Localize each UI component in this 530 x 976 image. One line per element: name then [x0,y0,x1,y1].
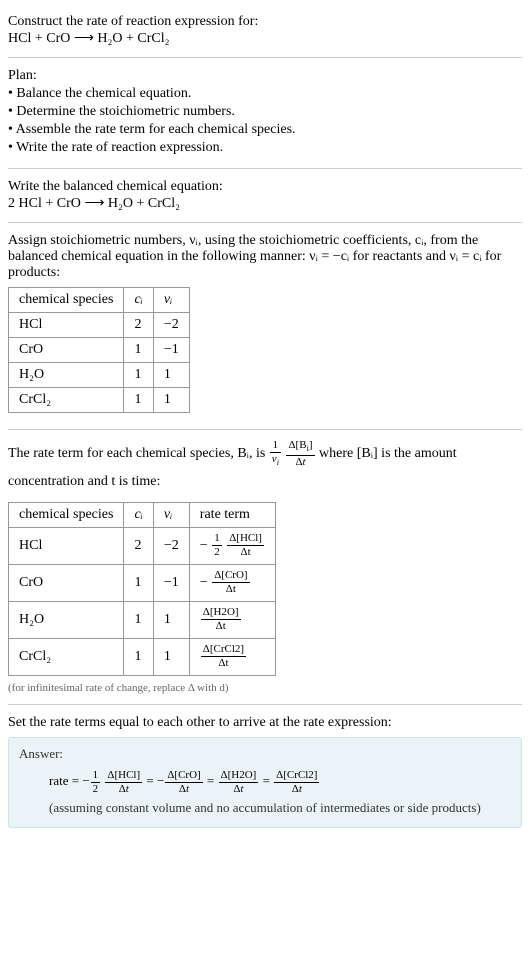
cell-rate: Δ[CrCl2]Δt [189,639,275,676]
cell-species: HCl [9,528,124,565]
rateterm-table: chemical species cᵢ νᵢ rate term HCl 2 −… [8,502,276,676]
plan-item: • Write the rate of reaction expression. [8,140,522,156]
cell-v: −2 [153,313,189,338]
coef-frac: 12 [212,533,222,558]
rate-frac: Δ[H2O]Δt [219,770,259,795]
col-ci-text: cᵢ [134,507,142,522]
col-nui-text: νᵢ [164,507,172,522]
plan-section: Plan: • Balance the chemical equation. •… [8,62,522,164]
table-row: CrCl₂11 [9,388,190,413]
rateterm-note: (for infinitesimal rate of change, repla… [8,682,522,694]
table-row: CrO1−1 [9,338,190,363]
cell-v: 1 [153,602,189,639]
cell-c: 1 [124,363,153,388]
coef-frac: 12 [91,770,101,795]
cell-species: H₂O [9,363,124,388]
balanced-title: Write the balanced chemical equation: [8,179,522,195]
rate-frac: Δ[CrCl2]Δt [201,644,246,669]
neg-sign: − [200,538,208,553]
divider [8,704,522,705]
cell-v: −2 [153,528,189,565]
col-ci-text: cᵢ [134,292,142,307]
table-header-row: chemical species cᵢ νᵢ [9,288,190,313]
plan-item: • Determine the stoichiometric numbers. [8,104,522,120]
divider [8,57,522,58]
plan-item-text: Determine the stoichiometric numbers. [16,104,235,119]
answer-label: Answer: [19,746,511,762]
plan-item-text: Write the rate of reaction expression. [16,140,223,155]
plan-item: • Assemble the rate term for each chemic… [8,122,522,138]
rateterm-intro: The rate term for each chemical species,… [8,440,522,496]
cell-species: H₂O [9,602,124,639]
cell-species: CrO [9,338,124,363]
rateterm-section: The rate term for each chemical species,… [8,434,522,700]
cell-v: −1 [153,565,189,602]
table-row: H₂O 1 1 Δ[H2O]Δt [9,602,276,639]
final-intro: Set the rate terms equal to each other t… [8,715,522,731]
cell-v: 1 [153,639,189,676]
col-ci: cᵢ [124,288,153,313]
col-rate: rate term [189,503,275,528]
cell-species: CrCl₂ [9,639,124,676]
frac-dbi-dt: Δ[Bi]Δt [286,440,314,467]
divider [8,168,522,169]
problem-header: Construct the rate of reaction expressio… [8,8,522,53]
stoich-table: chemical species cᵢ νᵢ HCl2−2 CrO1−1 H₂O… [8,287,190,413]
balanced-section: Write the balanced chemical equation: 2 … [8,173,522,218]
stoich-intro: Assign stoichiometric numbers, νᵢ, using… [8,233,522,281]
rate-frac: Δ[CrO]Δt [212,570,249,595]
cell-c: 1 [124,338,153,363]
rate-frac: Δ[CrO]Δt [165,770,202,795]
plan-item-text: Assemble the rate term for each chemical… [16,122,296,137]
rate-frac: Δ[HCl]Δt [227,533,264,558]
table-row: H₂O11 [9,363,190,388]
col-nui-text: νᵢ [164,292,172,307]
cell-c: 2 [124,313,153,338]
plan-item: • Balance the chemical equation. [8,86,522,102]
cell-rate: − Δ[CrO]Δt [189,565,275,602]
cell-species: CrO [9,565,124,602]
rate-frac: Δ[HCl]Δt [105,770,142,795]
cell-species: HCl [9,313,124,338]
final-section: Set the rate terms equal to each other t… [8,709,522,834]
table-row: HCl 2 −2 − 12 Δ[HCl]Δt [9,528,276,565]
unbalanced-equation: HCl + CrO ⟶ H₂O + CrCl₂ [8,30,522,47]
col-species: chemical species [9,288,124,313]
rateterm-intro-pre: The rate term for each chemical species,… [8,446,269,461]
table-header-row: chemical species cᵢ νᵢ rate term [9,503,276,528]
plan-title: Plan: [8,68,522,84]
rate-expression: rate = −12 Δ[HCl]Δt = −Δ[CrO]Δt = Δ[H2O]… [19,768,511,795]
table-row: HCl2−2 [9,313,190,338]
divider [8,429,522,430]
cell-rate: − 12 Δ[HCl]Δt [189,528,275,565]
cell-c: 1 [124,388,153,413]
cell-c: 1 [124,565,153,602]
col-ci: cᵢ [124,503,153,528]
frac-one-over-nu: 1νi [270,440,281,467]
cell-c: 1 [124,602,153,639]
divider [8,222,522,223]
col-species: chemical species [9,503,124,528]
table-row: CrO 1 −1 − Δ[CrO]Δt [9,565,276,602]
col-nui: νᵢ [153,503,189,528]
rate-frac: Δ[H2O]Δt [201,607,241,632]
cell-rate: Δ[H2O]Δt [189,602,275,639]
cell-v: −1 [153,338,189,363]
cell-v: 1 [153,388,189,413]
answer-box: Answer: rate = −12 Δ[HCl]Δt = −Δ[CrO]Δt … [8,737,522,828]
cell-species: CrCl₂ [9,388,124,413]
cell-c: 1 [124,639,153,676]
assumption-note: (assuming constant volume and no accumul… [19,797,511,819]
cell-v: 1 [153,363,189,388]
rate-frac: Δ[CrCl2]Δt [274,770,319,795]
col-nui: νᵢ [153,288,189,313]
plan-item-text: Balance the chemical equation. [16,86,191,101]
prompt-text: Construct the rate of reaction expressio… [8,14,522,30]
balanced-equation: 2 HCl + CrO ⟶ H₂O + CrCl₂ [8,195,522,212]
cell-c: 2 [124,528,153,565]
table-row: CrCl₂ 1 1 Δ[CrCl2]Δt [9,639,276,676]
rate-prefix: rate = [49,773,82,788]
stoich-section: Assign stoichiometric numbers, νᵢ, using… [8,227,522,425]
neg-sign: − [200,575,208,590]
